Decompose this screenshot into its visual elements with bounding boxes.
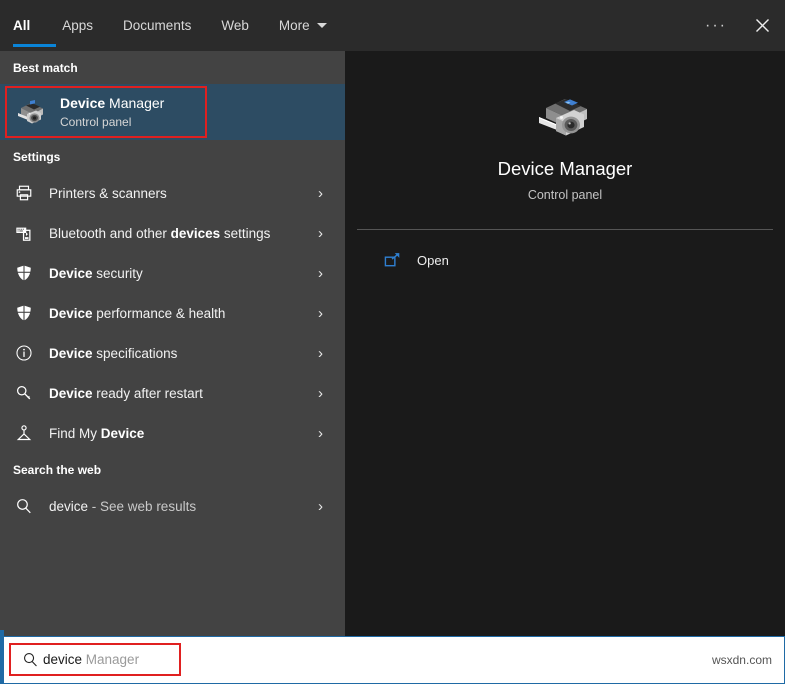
list-item-find-my-device[interactable]: Find My Device ›: [0, 413, 345, 453]
list-item-printers-scanners[interactable]: Printers & scanners ›: [0, 173, 345, 213]
chevron-right-icon: ›: [318, 304, 323, 322]
best-match-heading: Best match: [13, 61, 78, 75]
best-match-subtitle: Control panel: [60, 114, 132, 129]
chevron-right-icon: ›: [318, 224, 323, 242]
web-query-text: device: [49, 498, 89, 514]
taskbar: device Manager wsxdn.com: [0, 636, 785, 684]
tab-documents[interactable]: Documents: [123, 0, 207, 51]
best-match-title-rest: Manager: [105, 94, 165, 111]
search-tab-bar: All Apps Documents Web More ···: [0, 0, 785, 51]
list-item-label: Printers & scanners: [49, 185, 167, 201]
search-input[interactable]: device Manager: [9, 643, 181, 676]
chevron-right-icon: ›: [318, 184, 323, 202]
list-item-label: Device security: [49, 265, 143, 281]
best-match-section: Device Manager Control panel: [0, 84, 345, 140]
search-input-text: device Manager: [43, 652, 139, 667]
web-suffix-text: - See web results: [88, 498, 197, 514]
device-manager-icon: [534, 86, 596, 142]
tab-documents-label: Documents: [123, 18, 192, 33]
tab-all-label: All: [13, 18, 31, 33]
preview-hero: Device Manager Control panel: [345, 51, 785, 229]
info-circle-icon: [13, 342, 35, 364]
tab-web-label: Web: [221, 18, 249, 33]
search-icon: [13, 495, 35, 517]
search-typed-value: device: [43, 652, 83, 667]
list-item-label: Device performance & health: [49, 305, 226, 321]
preview-action-label: Open: [417, 252, 449, 268]
tab-apps-label: Apps: [62, 18, 94, 33]
list-item-web-search-device[interactable]: device - See web results ›: [0, 486, 345, 526]
preview-title: Device Manager: [497, 158, 633, 179]
settings-heading: Settings: [13, 150, 61, 164]
list-item-label: Device ready after restart: [49, 385, 203, 401]
tab-web[interactable]: Web: [221, 0, 265, 51]
shield-icon: [13, 262, 35, 284]
list-item-label: Find My Device: [49, 425, 145, 441]
find-my-device-icon: [13, 422, 35, 444]
list-item-device-security[interactable]: Device security ›: [0, 253, 345, 293]
ellipsis-icon: ···: [705, 16, 727, 34]
bluetooth-devices-icon: [13, 222, 35, 244]
tab-more-label: More: [278, 18, 310, 33]
list-item-bluetooth-devices[interactable]: Bluetooth and other devices settings ›: [0, 213, 345, 253]
best-match-texts: Device Manager Control panel: [60, 95, 164, 130]
list-item-device-ready-after-restart[interactable]: Device ready after restart ›: [0, 373, 345, 413]
key-icon: [13, 382, 35, 404]
tab-active-underline: [13, 44, 56, 47]
tab-more[interactable]: More: [279, 0, 343, 51]
tab-list: All Apps Documents Web More: [0, 0, 357, 51]
windows-search-flyout: All Apps Documents Web More ··· Best mat…: [0, 0, 785, 684]
shield-icon: [13, 302, 35, 324]
close-button[interactable]: [739, 0, 785, 51]
chevron-right-icon: ›: [318, 384, 323, 402]
preview-divider: [357, 229, 773, 230]
list-item-device-performance-health[interactable]: Device performance & health ›: [0, 293, 345, 333]
chevron-right-icon: ›: [318, 264, 323, 282]
chevron-right-icon: ›: [318, 424, 323, 442]
printer-icon: [13, 182, 35, 204]
tab-all[interactable]: All: [13, 0, 56, 51]
preview-subtitle: Control panel: [527, 188, 603, 202]
preview-action-open[interactable]: Open: [345, 238, 785, 282]
best-match-title: Device Manager: [60, 95, 164, 112]
search-suggestion-remainder: Manager: [82, 652, 140, 667]
list-item-label: Device specifications: [49, 345, 178, 361]
open-external-icon: [383, 251, 401, 269]
chevron-right-icon: ›: [318, 497, 323, 515]
chevron-down-icon: [316, 23, 327, 28]
preview-pane: Device Manager Control panel Open: [345, 51, 785, 636]
best-match-title-bold: Device: [60, 94, 106, 111]
tab-apps[interactable]: Apps: [62, 0, 109, 51]
results-pane: Best match Device Manager Control panel …: [0, 51, 345, 636]
list-item-label: device - See web results: [49, 499, 345, 514]
close-icon: [755, 19, 769, 32]
best-match-result-device-manager[interactable]: Device Manager Control panel: [0, 84, 345, 140]
chevron-right-icon: ›: [318, 344, 323, 362]
more-options-button[interactable]: ···: [693, 0, 739, 51]
list-item-device-specifications[interactable]: Device specifications ›: [0, 333, 345, 373]
search-icon: [17, 651, 43, 668]
search-the-web-heading: Search the web: [13, 463, 102, 477]
device-manager-icon: [14, 95, 48, 129]
list-item-label: Bluetooth and other devices settings: [49, 225, 271, 241]
window-controls: ···: [693, 0, 785, 51]
watermark: wsxdn.com: [711, 653, 772, 667]
